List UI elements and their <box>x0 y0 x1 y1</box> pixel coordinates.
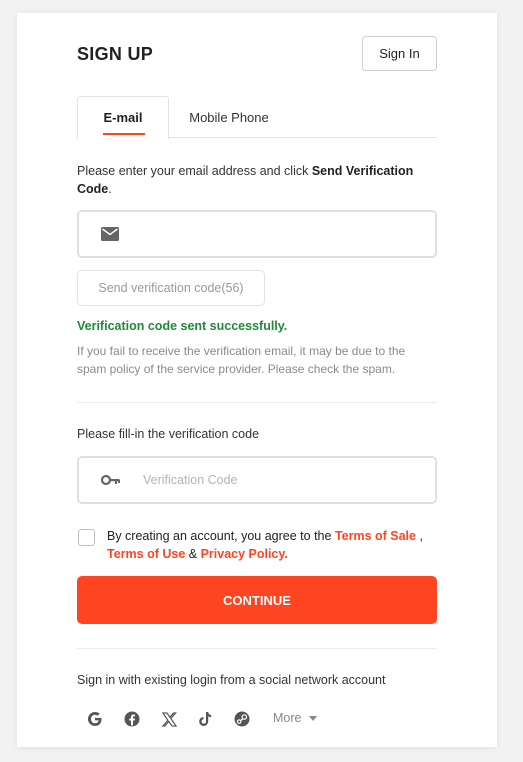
agree-checkbox[interactable] <box>78 529 95 546</box>
tab-email-label: E-mail <box>103 110 143 125</box>
more-label: More <box>273 711 302 725</box>
email-instruction: Please enter your email address and clic… <box>77 162 437 198</box>
social-login-label: Sign in with existing login from a socia… <box>77 673 386 687</box>
spam-hint: If you fail to receive the verification … <box>77 344 406 376</box>
active-tab-indicator <box>103 133 145 135</box>
tab-mobile-phone[interactable]: Mobile Phone <box>169 96 289 138</box>
signup-card: SIGN UP Sign In E-mail Mobile Phone Plea… <box>17 13 497 747</box>
caret-down-icon <box>309 715 318 721</box>
more-social-dropdown[interactable]: More <box>273 711 318 725</box>
mail-icon <box>101 227 119 241</box>
agreement-period: . <box>284 547 288 561</box>
divider <box>77 648 437 649</box>
x-icon[interactable] <box>159 709 179 729</box>
agreement-text: By creating an account, you agree to the… <box>107 527 437 563</box>
continue-button[interactable]: CONTINUE <box>77 576 437 624</box>
agreement-amp: & <box>185 547 201 561</box>
page-title: SIGN UP <box>77 44 154 64</box>
agreement-prefix: By creating an account, you agree to the <box>107 529 335 543</box>
tab-email[interactable]: E-mail <box>77 96 169 139</box>
google-icon[interactable] <box>85 709 105 729</box>
verification-code-field[interactable] <box>77 456 437 504</box>
signup-tabs: E-mail Mobile Phone <box>77 96 437 139</box>
sign-in-button[interactable]: Sign In <box>362 36 437 71</box>
instruction-suffix: . <box>108 182 112 196</box>
verification-code-input[interactable] <box>143 466 413 494</box>
header: SIGN UP Sign In <box>77 36 437 72</box>
key-icon <box>101 474 120 486</box>
verification-label: Please fill-in the verification code <box>77 427 260 441</box>
instruction-text: Please enter your email address and clic… <box>77 164 312 178</box>
facebook-icon[interactable] <box>122 709 142 729</box>
email-input[interactable] <box>139 220 419 248</box>
agreement-comma: , <box>416 529 423 543</box>
success-message: Verification code sent successfully. <box>77 319 288 333</box>
terms-of-sale-link[interactable]: Terms of Sale <box>335 529 416 543</box>
privacy-policy-link[interactable]: Privacy Policy <box>201 547 285 561</box>
tab-mobile-phone-label: Mobile Phone <box>189 109 269 125</box>
send-verification-code-button[interactable]: Send verification code(56) <box>77 270 265 306</box>
social-login-row: More <box>77 709 437 731</box>
agreement: By creating an account, you agree to the… <box>77 527 437 567</box>
email-field[interactable] <box>77 210 437 258</box>
steam-icon[interactable] <box>232 709 252 729</box>
terms-of-use-link[interactable]: Terms of Use <box>107 547 185 561</box>
tiktok-icon[interactable] <box>195 709 215 729</box>
divider <box>77 402 437 403</box>
